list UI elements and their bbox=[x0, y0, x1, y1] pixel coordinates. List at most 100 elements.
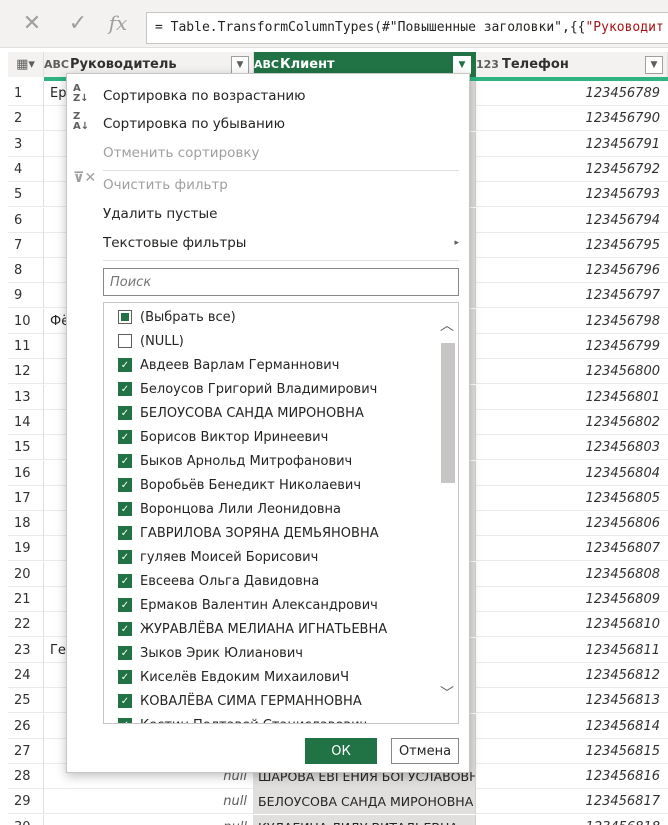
checkbox[interactable]: ✓ bbox=[118, 502, 132, 516]
table-row[interactable]: 30nullКУЛАГИНА ЛИДУ ВИТАЛЬЕВНА123456818 bbox=[8, 814, 668, 825]
checkbox[interactable]: ✓ bbox=[118, 574, 132, 588]
scrollbar[interactable]: ︿ ﹀ bbox=[436, 303, 458, 723]
cell-telefon[interactable]: 123456802 bbox=[476, 410, 668, 435]
cell-telefon[interactable]: 123456790 bbox=[476, 106, 668, 131]
cell-telefon[interactable]: 123456792 bbox=[476, 157, 668, 182]
cell-telefon[interactable]: 123456801 bbox=[476, 385, 668, 410]
filter-value-item[interactable]: ✓ Костин Полтавей Станиславович bbox=[104, 713, 434, 723]
text-type-icon[interactable]: ABC bbox=[254, 58, 279, 71]
cell-rukovoditel[interactable]: null bbox=[44, 814, 254, 825]
row-number[interactable]: 11 bbox=[8, 334, 44, 359]
row-number[interactable]: 17 bbox=[8, 485, 44, 511]
row-number[interactable]: 2 bbox=[8, 106, 44, 132]
row-number[interactable]: 14 bbox=[8, 409, 44, 435]
row-number[interactable]: 3 bbox=[8, 131, 44, 157]
row-number[interactable]: 19 bbox=[8, 536, 44, 562]
cell-telefon[interactable]: 123456789 bbox=[476, 81, 668, 106]
checkbox[interactable]: ✓ bbox=[118, 622, 132, 636]
filter-value-item[interactable]: ✓ КОВАЛЁВА СИМА ГЕРМАННОВНА bbox=[104, 689, 434, 713]
row-number[interactable]: 23 bbox=[8, 637, 44, 663]
row-number[interactable]: 27 bbox=[8, 738, 44, 764]
cell-telefon[interactable]: 123456818 bbox=[476, 815, 668, 825]
sort-descending-item[interactable]: Z A↓ Сортировка по убыванию bbox=[67, 110, 469, 138]
filter-dropdown-button[interactable]: ▼ bbox=[645, 55, 663, 74]
cell-telefon[interactable]: 123456805 bbox=[476, 486, 668, 511]
checkbox[interactable]: ✓ bbox=[118, 550, 132, 564]
filter-value-item[interactable]: ✓ Борисов Виктор Иринеевич bbox=[104, 425, 434, 449]
text-type-icon[interactable]: ABC bbox=[44, 58, 69, 71]
filter-value-item[interactable]: ✓ Воронцова Лили Леонидовна bbox=[104, 497, 434, 521]
row-number[interactable]: 8 bbox=[8, 258, 44, 284]
cell-telefon[interactable]: 123456797 bbox=[476, 283, 668, 308]
filter-value-item[interactable]: (Выбрать все) bbox=[104, 305, 434, 329]
filter-value-item[interactable]: ✓ Воробьёв Бенедикт Николаевич bbox=[104, 473, 434, 497]
cell-telefon[interactable]: 123456794 bbox=[476, 208, 668, 233]
filter-value-item[interactable]: ✓ гуляев Моисей Борисович bbox=[104, 545, 434, 569]
cell-telefon[interactable]: 123456804 bbox=[476, 461, 668, 486]
checkbox[interactable]: ✓ bbox=[118, 406, 132, 420]
cell-telefon[interactable]: 123456796 bbox=[476, 258, 668, 283]
ok-button[interactable]: ОК bbox=[305, 738, 377, 764]
filter-value-item[interactable]: ✓ ГАВРИЛОВА ЗОРЯНА ДЕМЬЯНОВНА bbox=[104, 521, 434, 545]
cell-telefon[interactable]: 123456793 bbox=[476, 182, 668, 207]
checkbox[interactable]: ✓ bbox=[118, 646, 132, 660]
checkbox[interactable]: ✓ bbox=[118, 526, 132, 540]
row-number[interactable]: 30 bbox=[8, 814, 44, 825]
checkbox[interactable]: ✓ bbox=[118, 382, 132, 396]
clear-filter-item[interactable]: ⊽✕ Очистить фильтр bbox=[67, 171, 469, 199]
chevron-down-icon[interactable]: ﹀ bbox=[436, 683, 458, 705]
cell-klient[interactable]: БЕЛОУСОВА САНДА МИРОНОВНА bbox=[254, 789, 476, 815]
checkbox[interactable]: ✓ bbox=[118, 718, 132, 723]
filter-dropdown-button[interactable]: ▼ bbox=[231, 55, 249, 74]
row-number[interactable]: 25 bbox=[8, 688, 44, 714]
row-number[interactable]: 9 bbox=[8, 283, 44, 309]
checkbox[interactable]: ✓ bbox=[118, 478, 132, 492]
cell-rukovoditel[interactable]: null bbox=[44, 789, 254, 815]
close-icon[interactable]: ✕ bbox=[14, 8, 50, 38]
row-number[interactable]: 16 bbox=[8, 460, 44, 486]
row-number[interactable]: 12 bbox=[8, 359, 44, 385]
row-number[interactable]: 1 bbox=[8, 81, 44, 106]
table-row[interactable]: 29 null БЕЛОУСОВА САНДА МИРОНОВНА 123456817 bbox=[8, 789, 668, 815]
checkbox[interactable]: ✓ bbox=[118, 358, 132, 372]
chevron-up-icon[interactable]: ︿ bbox=[436, 315, 458, 337]
checkbox[interactable]: ✓ bbox=[118, 454, 132, 468]
row-number[interactable]: 5 bbox=[8, 182, 44, 208]
filter-value-item[interactable]: ✓ Евсеева Ольга Давидовна bbox=[104, 569, 434, 593]
cell-telefon[interactable]: 123456800 bbox=[476, 359, 668, 384]
cell-telefon[interactable]: 123456799 bbox=[476, 334, 668, 359]
cell-telefon[interactable]: 123456798 bbox=[476, 309, 668, 334]
cell-telefon[interactable]: 123456817 bbox=[476, 789, 668, 814]
filter-value-item[interactable]: ✓ Ермаков Валентин Александрович bbox=[104, 593, 434, 617]
cancel-button[interactable]: Отмена bbox=[391, 738, 459, 764]
row-number[interactable]: 22 bbox=[8, 612, 44, 638]
check-icon[interactable]: ✓ bbox=[60, 8, 96, 38]
filter-value-item[interactable]: (NULL) bbox=[104, 329, 434, 353]
clear-sort-item[interactable]: Отменить сортировку bbox=[67, 139, 469, 167]
row-number[interactable]: 21 bbox=[8, 587, 44, 612]
cell-telefon[interactable]: 123456811 bbox=[476, 638, 668, 663]
filter-value-item[interactable]: ✓ Авдеев Варлам Германнович bbox=[104, 353, 434, 377]
checkbox[interactable]: ✓ bbox=[118, 670, 132, 684]
fx-icon[interactable]: fx bbox=[100, 8, 136, 38]
filter-dropdown-button[interactable]: ▼ bbox=[453, 55, 471, 74]
cell-telefon[interactable]: 123456807 bbox=[476, 536, 668, 561]
row-number[interactable]: 24 bbox=[8, 662, 44, 688]
filter-value-item[interactable]: ✓ ЖУРАВЛЁВА МЕЛИАНА ИГНАТЬЕВНА bbox=[104, 617, 434, 641]
cell-telefon[interactable]: 123456806 bbox=[476, 511, 668, 536]
cell-telefon[interactable]: 123456814 bbox=[476, 714, 668, 739]
row-number[interactable]: 15 bbox=[8, 435, 44, 461]
cell-telefon[interactable]: 123456808 bbox=[476, 562, 668, 587]
cell-telefon[interactable]: 123456813 bbox=[476, 688, 668, 713]
row-number[interactable]: 26 bbox=[8, 713, 44, 739]
checkbox[interactable]: ✓ bbox=[118, 430, 132, 444]
row-number[interactable]: 7 bbox=[8, 232, 44, 258]
sort-ascending-item[interactable]: A Z↓ Сортировка по возрастанию bbox=[67, 82, 469, 110]
row-number[interactable]: 28 bbox=[8, 764, 44, 790]
checkbox[interactable]: ✓ bbox=[118, 694, 132, 708]
checkbox[interactable] bbox=[118, 334, 132, 348]
filter-value-item[interactable]: ✓ БЕЛОУСОВА САНДА МИРОНОВНА bbox=[104, 401, 434, 425]
cell-telefon[interactable]: 123456812 bbox=[476, 663, 668, 688]
text-filters-item[interactable]: Текстовые фильтры ▸ bbox=[67, 229, 469, 257]
row-number[interactable]: 18 bbox=[8, 511, 44, 537]
